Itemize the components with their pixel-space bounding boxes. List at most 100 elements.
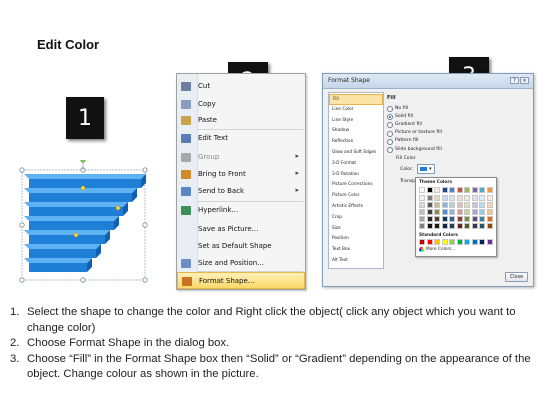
fill-option-label[interactable]: Solid fill (395, 114, 413, 119)
color-swatch[interactable] (471, 195, 478, 201)
menu-item-edit-text[interactable]: Edit Text (177, 130, 305, 147)
color-swatch[interactable] (486, 187, 493, 193)
color-swatch[interactable] (426, 223, 433, 229)
menu-item-size-and-position[interactable]: Size and Position... (177, 255, 305, 272)
more-colors-link[interactable]: More Colors... (426, 247, 456, 252)
color-swatch[interactable] (479, 187, 485, 193)
color-swatch[interactable] (471, 216, 478, 222)
color-swatch[interactable] (426, 209, 433, 215)
close-button[interactable]: Close (505, 272, 528, 282)
color-swatch[interactable] (479, 202, 485, 208)
menu-item-paste[interactable]: Paste (177, 112, 305, 129)
color-swatch[interactable] (441, 216, 448, 222)
fill-option-label[interactable]: Pattern fill (395, 138, 418, 143)
menu-item-copy[interactable]: Copy (177, 96, 305, 113)
color-swatch[interactable] (464, 187, 470, 193)
color-swatch[interactable] (471, 187, 478, 193)
category-picture-color[interactable]: Picture Color (329, 191, 383, 202)
color-swatch[interactable] (426, 202, 433, 208)
color-swatch[interactable] (441, 239, 448, 245)
color-swatch[interactable] (464, 195, 470, 201)
fill-option-label[interactable]: Picture or texture fill (395, 130, 442, 135)
color-swatch[interactable] (441, 187, 448, 193)
color-swatch[interactable] (419, 202, 425, 208)
color-swatch[interactable] (486, 195, 493, 201)
fill-option-label[interactable]: Gradient fill (395, 122, 422, 127)
color-swatch[interactable] (419, 223, 425, 229)
radio-no-fill[interactable] (387, 106, 393, 112)
radio-pattern-fill[interactable] (387, 138, 393, 145)
color-swatch[interactable] (464, 209, 470, 215)
color-swatch[interactable] (456, 223, 463, 229)
menu-item-format-shape[interactable]: Format Shape... (177, 272, 305, 289)
category-artistic-effects[interactable]: Artistic Effects (329, 202, 383, 213)
color-swatch[interactable] (434, 239, 440, 245)
color-swatch[interactable] (434, 187, 440, 193)
color-swatch[interactable] (449, 195, 455, 201)
category-crop[interactable]: Crop (329, 213, 383, 224)
color-swatch[interactable] (449, 223, 455, 229)
color-swatch[interactable] (486, 223, 493, 229)
color-swatch[interactable] (456, 195, 463, 201)
color-swatch[interactable] (426, 195, 433, 201)
close-x-button[interactable]: ✕ (520, 77, 529, 84)
radio-picture-or-texture-fill[interactable] (387, 130, 393, 137)
color-swatch[interactable] (441, 195, 448, 201)
color-swatch[interactable] (486, 209, 493, 215)
color-swatch[interactable] (441, 202, 448, 208)
category-glow-and-soft-edges[interactable]: Glow and Soft Edges (329, 148, 383, 159)
category-line-style[interactable]: Line Style (329, 116, 383, 127)
color-picker-button[interactable]: ▾ (417, 164, 435, 174)
color-swatch[interactable] (471, 209, 478, 215)
color-swatch[interactable] (486, 202, 493, 208)
color-swatch[interactable] (419, 239, 425, 245)
color-swatch[interactable] (479, 239, 485, 245)
color-swatch[interactable] (426, 187, 433, 193)
color-swatch[interactable] (434, 195, 440, 201)
color-swatch[interactable] (449, 202, 455, 208)
menu-item-cut[interactable]: Cut (177, 78, 305, 95)
category-text-box[interactable]: Text Box (329, 245, 383, 256)
color-swatch[interactable] (471, 202, 478, 208)
color-swatch[interactable] (479, 216, 485, 222)
color-swatch[interactable] (449, 187, 455, 193)
color-swatch[interactable] (456, 209, 463, 215)
color-swatch[interactable] (419, 216, 425, 222)
color-swatch[interactable] (434, 216, 440, 222)
color-swatch[interactable] (419, 209, 425, 215)
category-shadow[interactable]: Shadow (329, 126, 383, 137)
category-alt-text[interactable]: Alt Text (329, 256, 383, 267)
category-size[interactable]: Size (329, 224, 383, 235)
radio-slide-background-fill[interactable] (387, 147, 393, 153)
color-swatch[interactable] (456, 202, 463, 208)
color-swatch[interactable] (449, 239, 455, 245)
color-swatch[interactable] (479, 209, 485, 215)
category-reflection[interactable]: Reflection (329, 137, 383, 148)
color-swatch[interactable] (434, 223, 440, 229)
category-picture-corrections[interactable]: Picture Corrections (329, 180, 383, 191)
color-swatch[interactable] (449, 216, 455, 222)
color-swatch[interactable] (486, 216, 493, 222)
menu-item-hyperlink[interactable]: Hyperlink... (177, 202, 305, 219)
category-position[interactable]: Position (329, 234, 383, 245)
color-swatch[interactable] (464, 202, 470, 208)
color-swatch[interactable] (419, 187, 425, 193)
menu-item-bring-to-front[interactable]: Bring to Front ▸ (177, 166, 305, 183)
color-swatch[interactable] (456, 216, 463, 222)
color-swatch[interactable] (479, 195, 485, 201)
color-swatch[interactable] (464, 239, 470, 245)
color-swatch[interactable] (449, 209, 455, 215)
radio-solid-fill[interactable] (387, 114, 393, 121)
color-swatch[interactable] (434, 202, 440, 208)
selected-shape[interactable] (18, 157, 148, 290)
menu-item-set-as-default-shape[interactable]: Set as Default Shape (177, 238, 305, 255)
color-swatch[interactable] (441, 209, 448, 215)
fill-option-label[interactable]: Slide background fill (395, 147, 442, 152)
color-swatch[interactable] (479, 223, 485, 229)
color-swatch[interactable] (471, 239, 478, 245)
color-swatch[interactable] (441, 223, 448, 229)
menu-item-group[interactable]: Group ▸ (177, 149, 305, 166)
category-3-d-rotation[interactable]: 3-D Rotation (329, 170, 383, 181)
category-fill[interactable]: Fill (329, 94, 383, 105)
color-swatch[interactable] (456, 239, 463, 245)
